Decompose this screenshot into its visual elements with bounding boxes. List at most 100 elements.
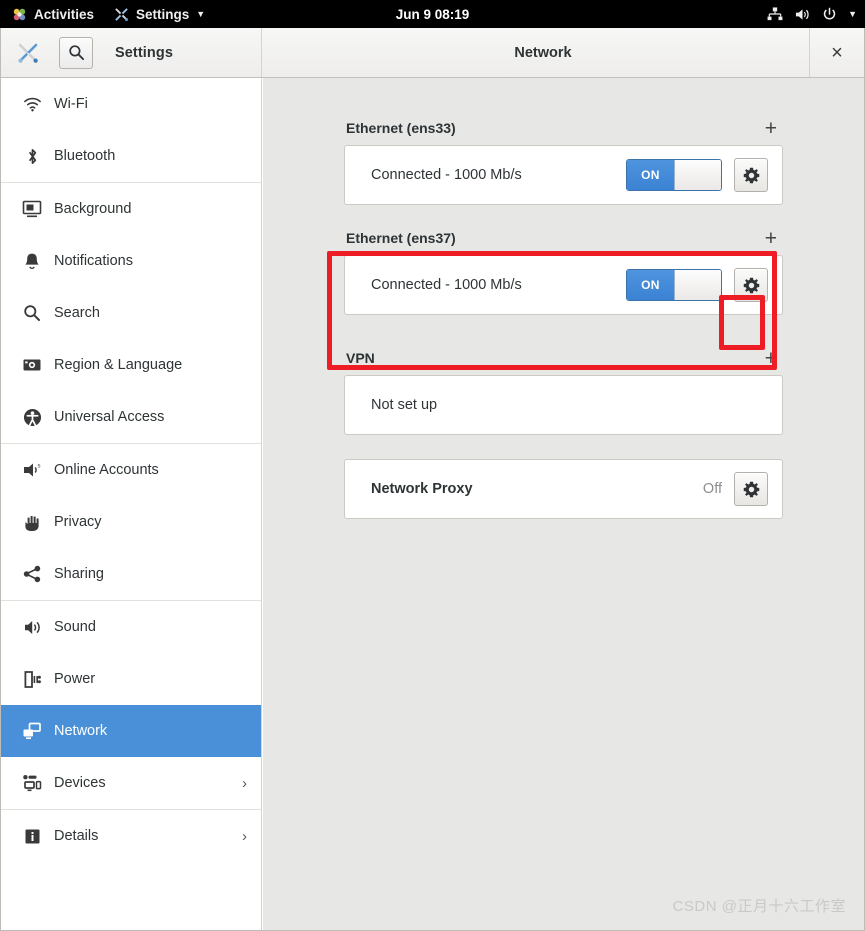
proxy-settings-button[interactable] (734, 472, 768, 506)
power-icon[interactable] (822, 7, 837, 22)
devices-icon (19, 771, 45, 795)
connection-row[interactable]: Connected - 1000 Mb/s ON (345, 256, 782, 314)
sidebar-item-online-accounts[interactable]: s Online Accounts (1, 444, 261, 496)
sidebar-item-label: Devices (54, 774, 106, 791)
chevron-down-icon: ▼ (196, 9, 206, 19)
settings-window: Settings Network × Wi-Fi Bluetooth Backg… (0, 28, 865, 931)
sidebar-item-label: Sound (54, 618, 96, 635)
connection-toggle[interactable]: ON (626, 159, 722, 191)
chevron-down-icon[interactable]: ▼ (848, 9, 857, 19)
sidebar-item-label: Notifications (54, 252, 133, 269)
close-button[interactable]: × (809, 28, 864, 77)
proxy-row[interactable]: Network Proxy Off (345, 460, 782, 518)
online-accounts-icon: s (19, 458, 45, 482)
sidebar-item-label: Details (54, 827, 99, 844)
toggle-on-label: ON (627, 270, 674, 300)
gnome-activities-icon (12, 7, 27, 22)
gear-icon (743, 277, 759, 293)
proxy-card: Network Proxy Off (344, 459, 783, 519)
gear-icon (743, 167, 759, 183)
app-menu-button[interactable]: Settings ▼ (104, 0, 215, 28)
sidebar-item-sound[interactable]: Sound (1, 601, 261, 653)
info-icon (19, 824, 45, 848)
sidebar-item-label: Background (54, 200, 132, 217)
close-icon: × (831, 41, 843, 64)
connection-settings-button[interactable] (734, 268, 768, 302)
sidebar-item-notifications[interactable]: Notifications (1, 235, 261, 287)
sound-icon (19, 615, 45, 639)
toggle-on-label: ON (627, 160, 674, 190)
sidebar-item-label: Sharing (54, 565, 104, 582)
hand-icon (19, 510, 45, 534)
watermark: CSDN @正月十六工作室 (672, 898, 846, 915)
svg-text:s: s (38, 464, 41, 470)
wifi-icon (19, 92, 45, 116)
network-group-vpn: VPN + Not set up (344, 341, 783, 435)
group-header: Ethernet (ens37) + (344, 221, 783, 255)
region-language-icon (19, 353, 45, 377)
chevron-right-icon: › (242, 774, 247, 792)
sidebar-item-privacy[interactable]: Privacy (1, 496, 261, 548)
tools-icon (13, 38, 43, 68)
network-group-ens33: Ethernet (ens33) + Connected - 1000 Mb/s… (344, 111, 783, 205)
bluetooth-icon (19, 144, 45, 168)
vpn-status-label: Not set up (371, 397, 438, 413)
background-icon (19, 197, 45, 221)
connection-row[interactable]: Connected - 1000 Mb/s ON (345, 146, 782, 204)
connection-toggle[interactable]: ON (626, 269, 722, 301)
network-wired-icon[interactable] (767, 7, 783, 21)
connection-card: Connected - 1000 Mb/s ON (344, 145, 783, 205)
tools-icon (114, 7, 129, 22)
network-icon (19, 719, 45, 743)
status-menu[interactable]: ▼ (767, 0, 857, 28)
proxy-status: Off (702, 481, 722, 497)
sidebar-item-label: Privacy (54, 513, 102, 530)
top-bar: Activities Settings ▼ Jun 9 08:19 ▼ (0, 0, 865, 28)
toggle-knob (673, 270, 721, 300)
search-button[interactable] (59, 36, 93, 69)
sidebar-item-label: Region & Language (54, 356, 183, 373)
sidebar-item-label: Bluetooth (54, 147, 116, 164)
network-panel: Ethernet (ens33) + Connected - 1000 Mb/s… (263, 78, 864, 930)
header-right: Network × (262, 28, 864, 77)
group-header: VPN + (344, 341, 783, 375)
chevron-right-icon: › (242, 827, 247, 845)
gear-icon (743, 481, 759, 497)
sidebar-item-universal-access[interactable]: Universal Access (1, 391, 261, 443)
sidebar-item-background[interactable]: Background (1, 183, 261, 235)
sidebar-item-power[interactable]: Power (1, 653, 261, 705)
network-proxy-group: Network Proxy Off (344, 459, 783, 519)
bell-icon (19, 249, 45, 273)
sidebar-item-bluetooth[interactable]: Bluetooth (1, 130, 261, 182)
sidebar-item-devices[interactable]: Devices › (1, 757, 261, 809)
vpn-row[interactable]: Not set up (345, 376, 782, 434)
proxy-label: Network Proxy (371, 481, 473, 497)
sidebar-item-region-language[interactable]: Region & Language (1, 339, 261, 391)
sidebar-item-label: Power (54, 670, 96, 687)
sidebar-item-details[interactable]: Details › (1, 810, 261, 862)
group-header: Ethernet (ens33) + (344, 111, 783, 145)
volume-icon[interactable] (794, 7, 811, 22)
add-connection-button[interactable]: + (761, 118, 781, 139)
universal-access-icon (19, 405, 45, 429)
sidebar-item-label: Wi-Fi (54, 95, 88, 112)
sidebar-item-network[interactable]: Network (1, 705, 261, 757)
search-icon (19, 301, 45, 325)
sidebar-item-label: Universal Access (54, 408, 165, 425)
connection-settings-button[interactable] (734, 158, 768, 192)
sidebar-item-wi-fi[interactable]: Wi-Fi (1, 78, 261, 130)
window-header-bar: Settings Network × (1, 28, 864, 78)
sidebar-item-label: Network (54, 722, 108, 739)
page-title: Network (514, 44, 572, 61)
sidebar-item-sharing[interactable]: Sharing (1, 548, 261, 600)
add-connection-button[interactable]: + (761, 228, 781, 249)
group-title: Ethernet (ens33) (346, 120, 456, 136)
group-title: VPN (346, 350, 375, 366)
add-vpn-button[interactable]: + (761, 348, 781, 369)
activities-button[interactable]: Activities (0, 0, 104, 28)
clock-label: Jun 9 08:19 (395, 6, 470, 22)
connection-status-label: Connected - 1000 Mb/s (371, 277, 522, 293)
settings-sidebar[interactable]: Wi-Fi Bluetooth Background Notifications… (1, 78, 262, 930)
search-icon (68, 45, 84, 61)
sidebar-item-search[interactable]: Search (1, 287, 261, 339)
